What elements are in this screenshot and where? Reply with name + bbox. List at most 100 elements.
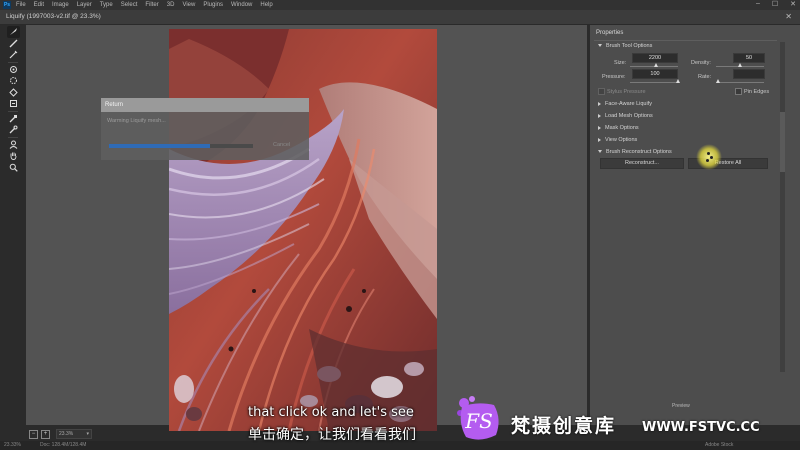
watermark-url: WWW.FSTVC.CC	[642, 420, 760, 435]
freeze-mask-tool-icon[interactable]	[7, 113, 20, 125]
minimize-icon[interactable]: –	[756, 0, 760, 10]
pucker-tool-icon[interactable]	[7, 75, 20, 87]
section-load-mesh-options[interactable]: Load Mesh Options	[598, 113, 653, 119]
size-label: Size:	[614, 60, 627, 66]
watermark-brand: 梵摄创意库	[511, 415, 617, 437]
thaw-mask-tool-icon[interactable]	[7, 124, 20, 136]
menu-view[interactable]: View	[182, 2, 195, 8]
forward-warp-tool-icon[interactable]	[6, 26, 20, 38]
menu-filter[interactable]: Filter	[145, 2, 158, 8]
menu-file[interactable]: File	[16, 2, 26, 8]
dialog-message: Warming Liquify mesh...	[107, 118, 166, 124]
menu-layer[interactable]: Layer	[77, 2, 92, 8]
close-app-icon[interactable]: ✕	[790, 0, 796, 10]
section-label: Brush Reconstruct Options	[606, 149, 672, 155]
rate-slider[interactable]	[716, 82, 764, 83]
cancel-button[interactable]: Cancel	[273, 142, 290, 148]
zoom-out-icon[interactable]: −	[29, 429, 38, 439]
zoom-value: 23.3%	[59, 431, 74, 437]
density-field[interactable]: 50	[733, 53, 765, 63]
pressure-slider[interactable]	[630, 82, 678, 83]
menu-select[interactable]: Select	[121, 2, 138, 8]
liquify-toolbar	[5, 26, 21, 186]
tool-separator	[8, 136, 18, 138]
menu-help[interactable]: Help	[260, 2, 272, 8]
window-title: Liquify (1997003-v2.tif @ 23.3%)	[6, 13, 101, 20]
section-brush-reconstruct-options[interactable]: Brush Reconstruct Options	[598, 149, 672, 155]
zoom-in-icon[interactable]: +	[41, 429, 50, 439]
density-slider-thumb[interactable]	[738, 63, 742, 67]
close-dialog-icon[interactable]: ✕	[785, 12, 792, 21]
window-controls: – ☐ ✕	[756, 0, 796, 10]
sandstone-photo	[169, 29, 437, 431]
section-mask-options[interactable]: Mask Options	[598, 125, 639, 131]
section-label: View Options	[605, 137, 638, 143]
progress-dialog: Return Warming Liquify mesh... Cancel	[101, 98, 309, 160]
section-label: Mask Options	[605, 125, 639, 131]
section-face-aware-liquify[interactable]: Face-Aware Liquify	[598, 101, 652, 107]
progress-fill	[109, 144, 210, 148]
section-label: Brush Tool Options	[606, 43, 653, 49]
menu-plugins[interactable]: Plugins	[203, 2, 223, 8]
bloat-tool-icon[interactable]	[7, 87, 20, 99]
stylus-pressure-checkbox[interactable]	[598, 88, 605, 95]
menu-window[interactable]: Window	[231, 2, 252, 8]
stylus-pressure-label: Stylus Pressure	[607, 89, 646, 95]
menu-image[interactable]: Image	[52, 2, 69, 8]
liquify-title-bar: Liquify (1997003-v2.tif @ 23.3%) ✕	[0, 10, 800, 25]
chevron-right-icon	[598, 125, 601, 130]
reconstruct-tool-icon[interactable]	[7, 38, 20, 50]
photoshop-logo: Ps	[3, 1, 11, 9]
divider	[594, 40, 777, 41]
watermark-logo: FS	[456, 395, 506, 443]
subtitle-chinese: 单击确定，让我们看看我们	[248, 427, 416, 443]
status-doc: Doc: 128.4M/128.4M	[40, 442, 87, 448]
size-slider-thumb[interactable]	[654, 63, 658, 67]
menu-type[interactable]: Type	[100, 2, 113, 8]
panel-title: Properties	[596, 30, 624, 36]
cursor-dot	[710, 156, 713, 159]
hand-tool-icon[interactable]	[7, 150, 20, 162]
rate-label: Rate:	[698, 74, 712, 80]
rate-field[interactable]	[733, 69, 765, 79]
pressure-label: Pressure:	[602, 74, 626, 80]
pin-edges-label: Pin Edges	[744, 89, 770, 95]
pressure-field[interactable]: 100	[632, 69, 678, 79]
chevron-right-icon	[598, 101, 601, 106]
reconstruct-button[interactable]: Reconstruct...	[600, 158, 684, 169]
pin-edges-checkbox[interactable]	[735, 88, 742, 95]
chevron-down-icon	[598, 150, 602, 154]
push-left-tool-icon[interactable]	[7, 98, 20, 110]
section-view-options[interactable]: View Options	[598, 137, 637, 143]
chevron-down-icon: ▾	[86, 431, 89, 437]
cursor-dot	[707, 152, 710, 155]
zoom-tool-icon[interactable]	[7, 162, 20, 174]
dialog-title: Return	[101, 98, 309, 112]
menu-3d[interactable]: 3D	[167, 2, 175, 8]
rate-slider-thumb[interactable]	[716, 79, 720, 83]
face-tool-icon[interactable]	[7, 139, 20, 151]
tool-separator	[8, 110, 18, 112]
menu-bar: Ps File Edit Image Layer Type Select Fil…	[0, 0, 800, 10]
cursor-dot	[706, 159, 709, 162]
smooth-tool-icon[interactable]	[7, 49, 20, 61]
zoom-select[interactable]: 23.3% ▾	[56, 429, 92, 439]
pressure-slider-thumb[interactable]	[676, 79, 680, 83]
subtitle-english: that click ok and let's see	[248, 405, 414, 420]
size-field[interactable]: 2200	[632, 53, 678, 63]
density-label: Density:	[691, 60, 711, 66]
twirl-tool-icon[interactable]	[7, 64, 20, 76]
properties-panel: Properties Brush Tool Options Size: 2200…	[590, 25, 800, 425]
maximize-icon[interactable]: ☐	[772, 0, 778, 10]
scrollbar-thumb[interactable]	[780, 112, 785, 172]
watermark-logo-text: FS	[464, 409, 493, 433]
menu-edit[interactable]: Edit	[34, 2, 44, 8]
chevron-down-icon	[598, 44, 602, 48]
section-brush-tool-options[interactable]: Brush Tool Options	[598, 43, 652, 49]
section-label: Face-Aware Liquify	[605, 101, 652, 107]
panel-scrollbar[interactable]	[780, 42, 785, 372]
preview-label: Preview	[672, 403, 690, 409]
progress-bar	[109, 144, 253, 148]
tool-separator	[8, 61, 18, 63]
section-label: Load Mesh Options	[605, 113, 653, 119]
